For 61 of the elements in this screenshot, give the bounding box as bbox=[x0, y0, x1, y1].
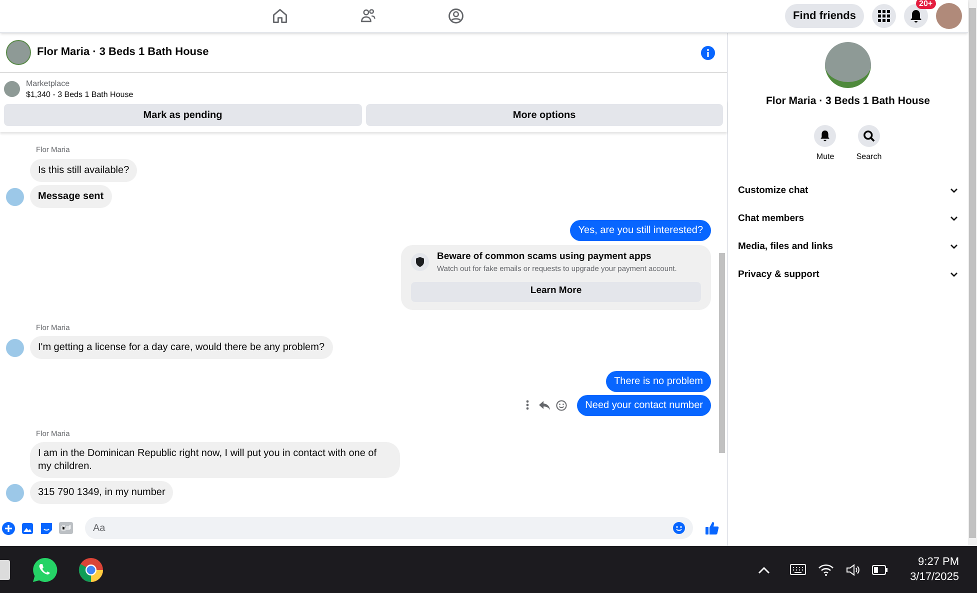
section-label: Chat members bbox=[738, 212, 804, 226]
gif-icon[interactable] bbox=[59, 522, 73, 534]
image-icon[interactable] bbox=[21, 522, 34, 534]
friends-icon[interactable] bbox=[359, 7, 377, 25]
section-label: Privacy & support bbox=[738, 268, 820, 282]
notification-badge: 20+ bbox=[916, 0, 936, 9]
home-icon[interactable] bbox=[271, 7, 289, 25]
message-bubble: Yes, are you still interested? bbox=[570, 220, 711, 240]
learn-more-button[interactable]: Learn More bbox=[411, 282, 701, 302]
shield-icon bbox=[411, 253, 429, 271]
message-bubble: Is this still available? bbox=[30, 158, 138, 182]
speaker-icon[interactable] bbox=[846, 564, 860, 576]
chat-title: Flor Maria · 3 Beds 1 Bath House bbox=[37, 45, 209, 60]
notice-title: Beware of common scams using payment apps bbox=[437, 250, 652, 262]
wifi-icon[interactable] bbox=[818, 564, 834, 576]
whatsapp-icon[interactable] bbox=[32, 556, 58, 582]
listing-action-button[interactable]: Mark as pending bbox=[4, 104, 362, 126]
section-row[interactable]: Privacy & support bbox=[738, 260, 958, 289]
bell-icon[interactable] bbox=[814, 124, 836, 147]
sticker-icon[interactable] bbox=[40, 522, 53, 534]
section-row[interactable]: Customize chat bbox=[738, 176, 958, 205]
plus-icon[interactable] bbox=[2, 522, 15, 534]
scrollbar-thumb[interactable] bbox=[969, 8, 976, 538]
emoji-icon[interactable] bbox=[673, 522, 685, 534]
more-icon[interactable] bbox=[526, 400, 530, 410]
chrome-icon[interactable] bbox=[78, 556, 104, 582]
message-bubble: 315 790 1349, in my number bbox=[30, 481, 174, 504]
message-input[interactable]: Aa bbox=[93, 520, 673, 536]
action-label: Mute bbox=[816, 150, 834, 163]
thumbs-up-icon[interactable] bbox=[705, 521, 719, 535]
clock-date[interactable]: 3/17/2025 bbox=[910, 570, 959, 584]
profile-avatar[interactable] bbox=[936, 3, 962, 29]
listing-action-button[interactable]: More options bbox=[366, 104, 723, 126]
scrollbar-thumb[interactable] bbox=[719, 253, 725, 453]
info-icon[interactable] bbox=[701, 46, 715, 60]
action-label: Search bbox=[856, 150, 882, 163]
section-row[interactable]: Chat members bbox=[738, 204, 958, 233]
section-label: Media, files and links bbox=[738, 240, 834, 254]
message-bubble: There is no problem bbox=[606, 370, 711, 392]
keyboard-icon[interactable] bbox=[790, 564, 806, 575]
section-row[interactable]: Media, files and links bbox=[738, 232, 958, 261]
chevron-up-icon[interactable] bbox=[758, 566, 770, 574]
find-friends-button[interactable]: Find friends bbox=[785, 4, 864, 28]
grid-icon bbox=[878, 10, 890, 22]
section-label: Customize chat bbox=[738, 184, 808, 198]
message-field[interactable]: Aa bbox=[85, 517, 693, 539]
listing-source: Marketplace bbox=[26, 78, 71, 89]
message-bubble: Need your contact number bbox=[577, 394, 711, 416]
profile-icon[interactable] bbox=[447, 7, 465, 25]
bell-icon bbox=[910, 10, 922, 22]
battery-icon[interactable] bbox=[872, 564, 888, 574]
menu-button[interactable] bbox=[872, 4, 896, 28]
emoji-icon[interactable] bbox=[556, 400, 568, 411]
message-bubble: I am in the Dominican Republic right now, I will put you in contact with one of my children. bbox=[30, 442, 400, 478]
listing-summary: $1,340 - 3 Beds 1 Bath House bbox=[26, 89, 134, 100]
message-bubble: Message sent bbox=[30, 184, 112, 208]
clock-time[interactable]: 9:27 PM bbox=[918, 554, 959, 570]
search-icon[interactable] bbox=[858, 124, 880, 147]
chat-title: Flor Maria · 3 Beds 1 Bath House bbox=[766, 94, 930, 109]
message-bubble: I'm getting a license for a day care, would there be any problem? bbox=[30, 336, 333, 359]
reply-icon[interactable] bbox=[539, 400, 550, 410]
